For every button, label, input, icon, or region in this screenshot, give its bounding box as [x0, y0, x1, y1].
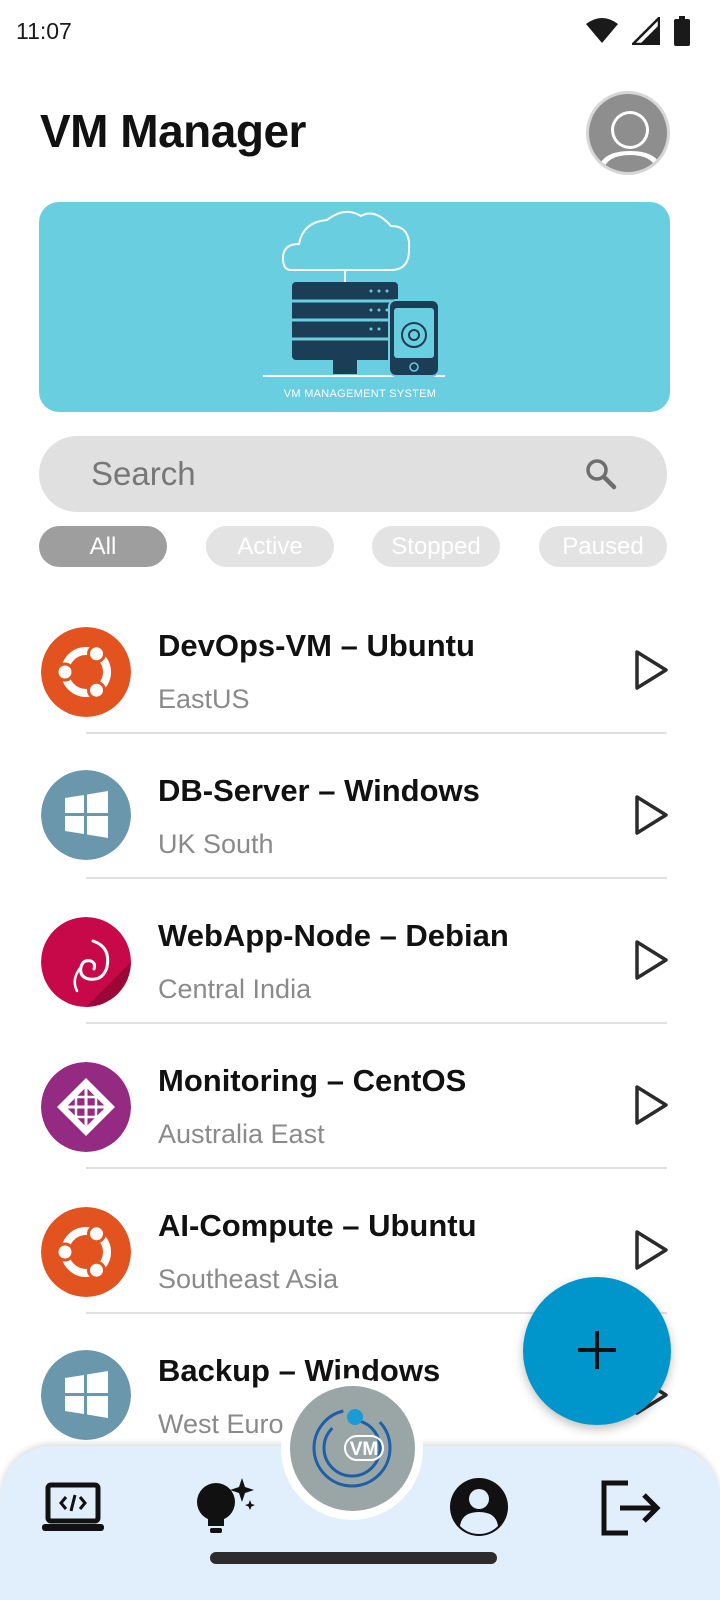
vm-region: Australia East [158, 1119, 325, 1149]
nav-vms-button[interactable] [42, 1482, 104, 1539]
cell-signal-icon [632, 17, 660, 45]
status-time: 11:07 [16, 18, 72, 44]
vm-name: Backup – Windows [158, 1353, 441, 1388]
ubuntu-logo-icon [41, 627, 131, 717]
profile-icon [450, 1478, 508, 1536]
vm-name: AI-Compute – Ubuntu [158, 1208, 477, 1243]
windows-logo-icon [41, 1350, 131, 1440]
laptop-code-icon [42, 1482, 104, 1531]
filter-chip-all[interactable]: All [39, 526, 167, 567]
user-avatar-icon[interactable] [586, 91, 670, 175]
home-indicator[interactable] [210, 1552, 497, 1564]
vm-region: EastUS [158, 684, 250, 714]
wifi-icon [586, 18, 618, 43]
nav-logout-button[interactable] [600, 1480, 662, 1541]
filter-chip-stopped[interactable]: Stopped [372, 526, 500, 567]
search-input[interactable] [91, 454, 551, 494]
vm-name: Monitoring – CentOS [158, 1063, 467, 1098]
nav-insights-button[interactable] [192, 1474, 258, 1545]
lightbulb-sparkle-icon [197, 1478, 255, 1533]
nav-profile-button[interactable] [448, 1476, 510, 1543]
vm-region: UK South [158, 829, 274, 859]
ubuntu-logo-icon [41, 1207, 131, 1297]
logout-icon [601, 1480, 661, 1536]
search-icon[interactable] [583, 456, 619, 492]
vm-list-item[interactable]: WebApp-Node – Debian Central India [0, 890, 720, 1035]
vm-region: Southeast Asia [158, 1264, 339, 1294]
banner-caption: VM MANAGEMENT SYSTEM [283, 388, 437, 400]
centos-logo-icon [41, 1062, 131, 1152]
search-bar[interactable] [39, 436, 667, 512]
home-vm-button[interactable]: VM [290, 1386, 415, 1511]
filter-chip-active[interactable]: Active [206, 526, 334, 567]
add-vm-button[interactable] [523, 1277, 671, 1425]
hero-banner [39, 202, 670, 412]
status-bar: 11:07 [0, 0, 720, 62]
play-icon[interactable] [628, 793, 672, 837]
plus-icon [578, 1331, 616, 1369]
play-icon[interactable] [628, 1083, 672, 1127]
windows-logo-icon [41, 770, 131, 860]
vm-name: DB-Server – Windows [158, 773, 480, 808]
filter-chip-paused[interactable]: Paused [539, 526, 667, 567]
debian-logo-icon [41, 917, 131, 1007]
vm-name: DevOps-VM – Ubuntu [158, 628, 475, 663]
cloud-server-illustration [263, 210, 445, 377]
vm-list-item[interactable]: Monitoring – CentOS Australia East [0, 1035, 720, 1180]
play-icon[interactable] [628, 1228, 672, 1272]
vm-list-item[interactable]: DevOps-VM – Ubuntu EastUS [0, 600, 720, 745]
vm-region: West Euro [158, 1409, 284, 1439]
vm-name: WebApp-Node – Debian [158, 918, 509, 953]
play-icon[interactable] [628, 938, 672, 982]
vm-badge-text: VM [350, 1439, 379, 1460]
vm-region: Central India [158, 974, 312, 1004]
battery-icon [674, 16, 690, 46]
vm-list-item[interactable]: DB-Server – Windows UK South [0, 745, 720, 890]
vm-logo-icon: VM [312, 1408, 392, 1488]
play-icon[interactable] [628, 648, 672, 692]
app-title: VM Manager [40, 105, 306, 157]
